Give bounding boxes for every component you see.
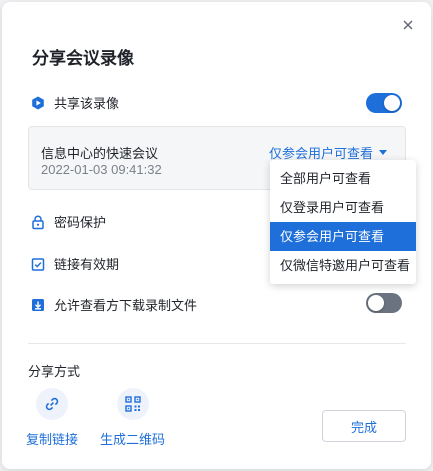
lock-icon [30,214,46,230]
password-row: 密码保护 [30,212,106,231]
close-icon [403,20,413,30]
play-share-icon [30,95,46,111]
toggle-knob [368,295,384,311]
download-label: 允许查看方下载录制文件 [54,298,198,313]
generate-qr-button[interactable]: 生成二维码 [100,388,165,448]
permission-option-all[interactable]: 全部用户可查看 [270,164,416,193]
download-icon [30,297,46,313]
share-recording-toggle[interactable] [366,93,402,113]
permission-option-participants[interactable]: 仅参会用户可查看 [270,222,416,251]
caret-down-icon [379,150,387,155]
download-row: 允许查看方下载录制文件 [30,295,197,314]
close-button[interactable] [399,16,417,34]
validity-label: 链接有效期 [54,257,120,272]
share-recording-label: 共享该录像 [54,96,120,111]
download-toggle[interactable] [366,293,402,313]
permission-dropdown: 全部用户可查看 仅登录用户可查看 仅参会用户可查看 仅微信特邀用户可查看 [270,160,416,284]
meeting-name: 信息中心的快速会议 [41,146,159,161]
copy-link-button[interactable]: 复制链接 [26,388,78,448]
link-icon [36,388,68,420]
generate-qr-label: 生成二维码 [100,432,166,447]
dialog-title: 分享会议录像 [32,49,134,68]
calendar-check-icon [30,256,46,272]
password-label: 密码保护 [54,215,107,230]
qr-code-icon [116,388,149,420]
share-method-label: 分享方式 [28,364,81,379]
validity-row: 链接有效期 [30,254,119,273]
meeting-time: 2022-01-03 09:41:32 [41,162,162,177]
permission-option-wechat-invited[interactable]: 仅微信特邀用户可查看 [270,251,416,280]
done-button[interactable]: 完成 [322,410,406,442]
share-recording-row: 共享该录像 [30,93,119,112]
toggle-knob [384,95,400,111]
copy-link-label: 复制链接 [26,432,79,447]
permission-option-logged-in[interactable]: 仅登录用户可查看 [270,193,416,222]
divider [28,343,406,344]
